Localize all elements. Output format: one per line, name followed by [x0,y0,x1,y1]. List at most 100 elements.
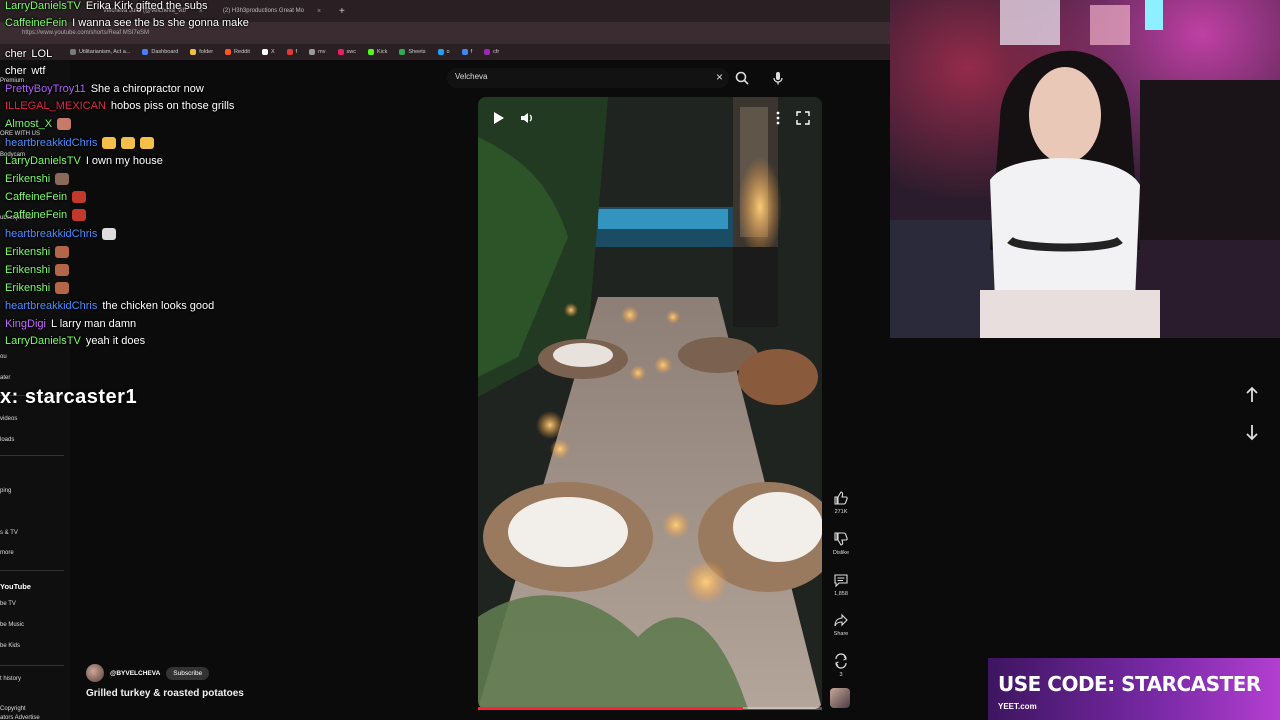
sidebar-item[interactable]: loads [0,437,14,443]
sidebar-item[interactable]: t history [0,676,21,682]
chat-emote-icon [72,209,87,221]
sidebar-item[interactable]: ators Advertise [0,715,40,720]
chat-username[interactable]: heartbreakkidChris [5,137,97,149]
volume-icon[interactable] [519,110,535,126]
action-thumbs-down[interactable]: Dislike [830,531,852,556]
share-icon[interactable] [833,612,849,628]
chat-text: Erika Kirk gifted the subs [85,0,208,12]
bookmark-label: Dashboard [151,49,179,55]
chat-username[interactable]: heartbreakkidChris [5,228,97,240]
microphone-icon[interactable] [770,70,786,86]
bookmark-item[interactable]: Sheets [399,49,426,55]
action-thumbs-up[interactable]: 271K [830,490,852,515]
channel-avatar[interactable] [86,664,104,682]
action-share[interactable]: Share [830,612,852,637]
chat-text: the chicken looks good [102,300,215,312]
chat-username[interactable]: cher [5,48,26,60]
bookmark-item[interactable]: folder [190,49,213,55]
video-title: Grilled turkey & roasted potatoes [86,688,244,699]
bookmark-item[interactable]: swc [337,49,356,55]
sidebar-item[interactable]: be Music [0,622,24,628]
fullscreen-icon[interactable] [795,110,811,126]
play-icon[interactable] [490,110,506,126]
next-video-icon[interactable] [1240,420,1264,444]
search-input[interactable]: Velcheva × [447,68,729,88]
sidebar-item[interactable]: ping [0,488,11,494]
chat-username[interactable]: KingDigi [5,318,46,330]
subscribe-button[interactable]: Subscribe [166,666,210,680]
chat-emote-icon [55,246,70,258]
video-progress-bar[interactable] [478,707,822,710]
chat-username[interactable]: LarryDanielsTV [5,0,81,12]
chat-username[interactable]: LarryDanielsTV [5,335,81,347]
sidebar-item[interactable]: be Kids [0,643,20,649]
sidebar-item[interactable]: s & TV [0,530,18,536]
sidebar-item[interactable]: Copyright [0,706,26,712]
chat-emote-icon [102,137,117,149]
bookmark-item[interactable]: X [261,49,275,55]
bookmark-label: folder [199,49,214,55]
chat-message: CaffeineFein I wanna see the bs she gonna… [5,17,249,29]
chat-message: LarryDanielsTV Erika Kirk gifted the subs [5,0,207,12]
chat-username[interactable]: Erikenshi [5,282,50,294]
bookmark-label: f [295,49,298,55]
chat-text: I wanna see the bs she gonna make [72,17,249,29]
chat-message: Erikenshi [5,282,70,294]
chat-username[interactable]: cher [5,65,26,77]
remix-icon[interactable] [833,653,849,669]
chat-username[interactable]: Erikenshi [5,173,50,185]
bookmark-item[interactable]: f [286,49,298,55]
bookmark-item[interactable]: f [461,49,472,55]
previous-video-icon[interactable] [1240,383,1264,407]
chat-text: yeah it does [85,335,146,347]
shorts-video-player[interactable] [478,97,822,709]
chat-username[interactable]: CaffeineFein [5,191,67,203]
bookmark-item[interactable]: Reddit [225,49,250,55]
chat-username[interactable]: heartbreakkidChris [5,300,97,312]
sound-thumbnail[interactable] [830,688,850,708]
action-remix[interactable]: 3 [830,653,852,678]
sidebar-item[interactable]: be TV [0,601,16,607]
bookmark-item[interactable]: mv [309,49,326,55]
sidebar-item[interactable]: ou [0,354,7,360]
bookmark-item[interactable]: Kick [367,49,388,55]
bookmark-item[interactable]: Dashboard [142,49,178,55]
bookmark-label: swc [346,49,356,55]
chat-username[interactable]: ILLEGAL_MEXICAN [5,100,106,112]
search-icon[interactable] [734,70,750,86]
action-count: 1,858 [834,591,848,597]
sidebar-item[interactable]: more [0,550,14,556]
bookmark-item[interactable]: Utilitarianism, Act a... [70,49,130,55]
action-comment[interactable]: 1,858 [830,572,852,597]
close-tab-icon[interactable]: × [317,8,321,15]
thumbs-up-icon[interactable] [833,490,849,506]
chat-username[interactable]: CaffeineFein [5,209,67,221]
channel-info: @BYVELCHEVA Subscribe [86,664,210,682]
chat-username[interactable]: Erikenshi [5,264,50,276]
more-options-icon[interactable] [770,110,786,126]
thumbs-down-icon[interactable] [833,531,849,547]
bookmark-label: Reddit [234,49,250,55]
chat-emote-icon [140,137,155,149]
search-input-value: Velcheva [455,72,488,81]
sidebar-item[interactable]: videos [0,416,17,422]
bookmark-item[interactable]: cfr [484,49,499,55]
chat-username[interactable]: PrettyBoyTroy11 [5,83,86,95]
clear-search-button[interactable]: × [716,70,723,84]
chat-message: Erikenshi [5,264,70,276]
action-count: Share [833,631,849,637]
bookmark-label: Kick [376,49,388,55]
sidebar-item[interactable]: ater [0,375,10,381]
bookmark-label: o [446,49,450,55]
chat-username[interactable]: Almost_X [5,118,52,130]
comment-icon[interactable] [833,572,849,588]
bookmark-favicon-icon [286,49,293,55]
chat-message: LarryDanielsTV yeah it does [5,335,145,347]
new-tab-button[interactable]: + [333,6,351,17]
chat-text: LOL [31,48,53,60]
bookmark-item[interactable]: o [437,49,450,55]
chat-username[interactable]: LarryDanielsTV [5,155,81,167]
chat-username[interactable]: Erikenshi [5,246,50,258]
chat-username[interactable]: CaffeineFein [5,17,67,29]
channel-handle[interactable]: @BYVELCHEVA [110,670,160,677]
